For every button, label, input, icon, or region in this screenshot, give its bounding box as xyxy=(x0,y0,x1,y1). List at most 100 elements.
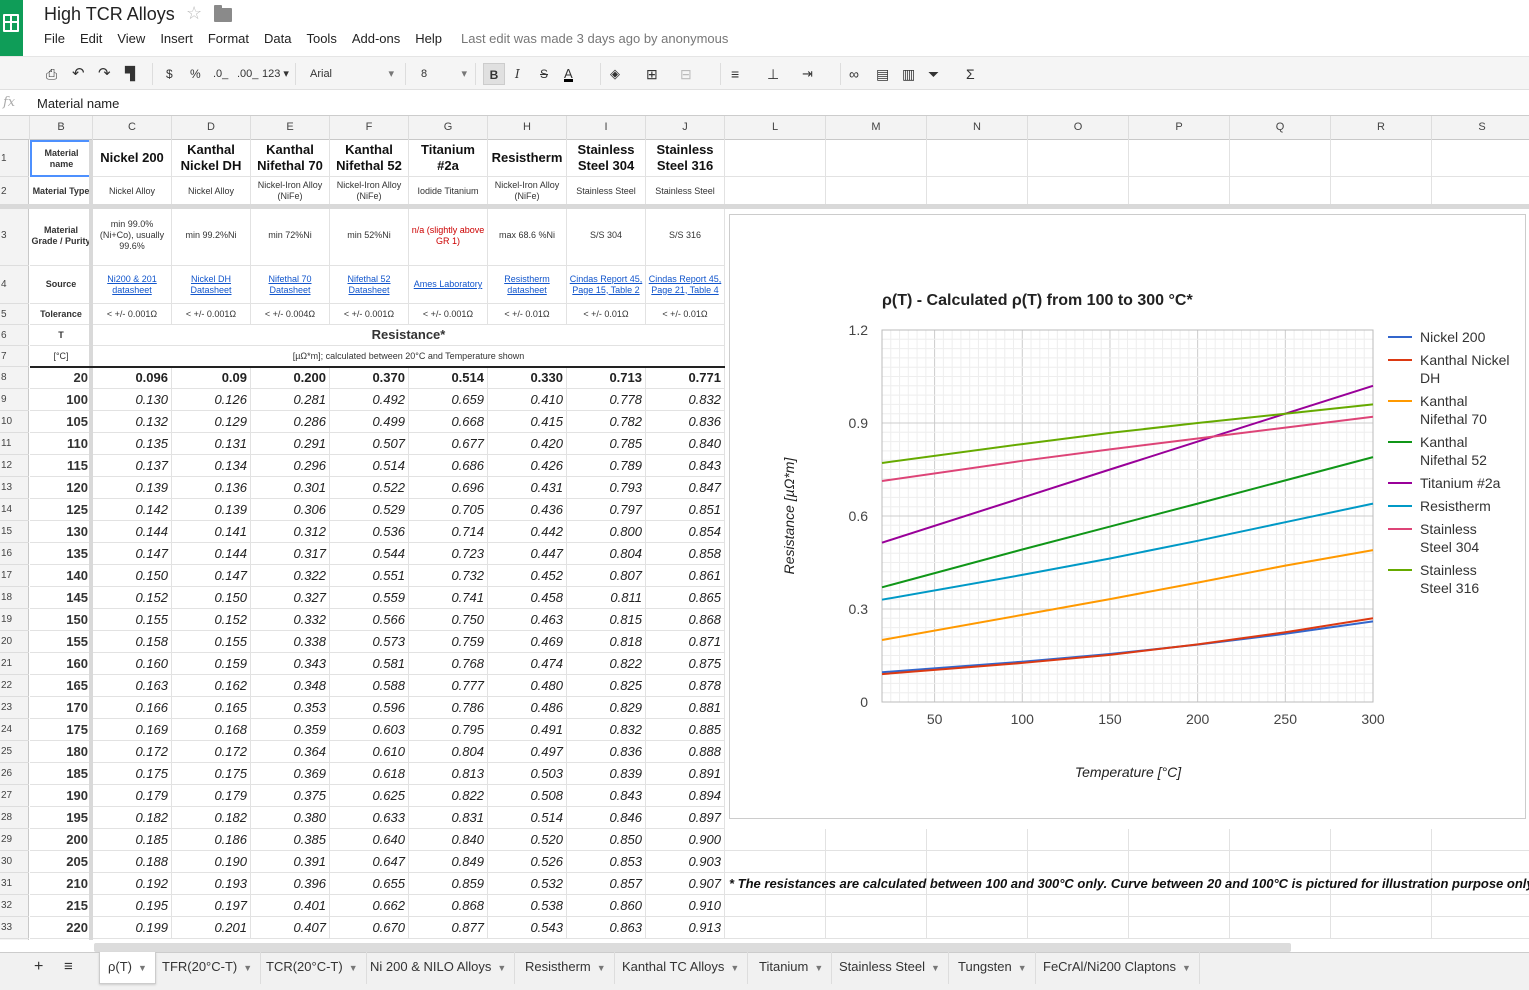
sheet-tab-menu-icon[interactable]: ▼ xyxy=(931,963,940,973)
resistance-cell[interactable]: 0.447 xyxy=(488,543,567,565)
empty-cell[interactable] xyxy=(725,140,826,177)
resistance-cell[interactable]: 0.396 xyxy=(251,873,330,895)
resistance-cell[interactable]: 0.165 xyxy=(172,697,251,719)
material-type-cell[interactable]: Stainless Steel xyxy=(567,177,646,206)
temperature-cell[interactable]: 180 xyxy=(30,741,93,763)
resistance-cell[interactable]: 0.514 xyxy=(488,807,567,829)
resistance-cell[interactable]: 0.172 xyxy=(172,741,251,763)
resistance-cell[interactable]: 0.785 xyxy=(567,433,646,455)
resistance-cell[interactable]: 0.160 xyxy=(93,653,172,675)
material-tolerance-cell[interactable]: < +/- 0.001Ω xyxy=(93,304,172,325)
resistance-cell[interactable]: 0.910 xyxy=(646,895,725,917)
empty-cell[interactable] xyxy=(725,177,826,206)
resistance-cell[interactable]: 0.185 xyxy=(93,829,172,851)
material-source-link[interactable]: Nickel DH Datasheet xyxy=(172,266,251,304)
resistance-cell[interactable]: 0.175 xyxy=(93,763,172,785)
empty-cell[interactable] xyxy=(1331,917,1432,939)
resistance-cell[interactable]: 0.878 xyxy=(646,675,725,697)
resistance-cell[interactable]: 0.141 xyxy=(172,521,251,543)
resistance-cell[interactable]: 0.201 xyxy=(172,917,251,939)
resistance-cell[interactable]: 0.559 xyxy=(330,587,409,609)
resistance-cell[interactable]: 0.686 xyxy=(409,455,488,477)
resistance-cell[interactable]: 0.888 xyxy=(646,741,725,763)
resistance-cell[interactable]: 0.647 xyxy=(330,851,409,873)
temperature-cell[interactable]: 165 xyxy=(30,675,93,697)
resistance-cell[interactable]: 0.832 xyxy=(567,719,646,741)
resistance-cell[interactable]: 0.291 xyxy=(251,433,330,455)
resistance-cell[interactable]: 0.668 xyxy=(409,411,488,433)
resistance-cell[interactable]: 0.903 xyxy=(646,851,725,873)
temperature-cell[interactable]: 155 xyxy=(30,631,93,653)
material-type-cell[interactable]: Nickel Alloy xyxy=(93,177,172,206)
resistance-cell[interactable]: 0.871 xyxy=(646,631,725,653)
empty-cell[interactable] xyxy=(1432,829,1529,851)
sheet-tab[interactable]: TFR(20°C-T) ▼ xyxy=(154,952,262,984)
resistance-20c-cell[interactable]: 0.771 xyxy=(646,367,725,389)
resistance-cell[interactable]: 0.469 xyxy=(488,631,567,653)
resistance-20c-cell[interactable]: 0.330 xyxy=(488,367,567,389)
resistance-cell[interactable]: 0.789 xyxy=(567,455,646,477)
resistance-cell[interactable]: 0.281 xyxy=(251,389,330,411)
resistance-cell[interactable]: 0.147 xyxy=(93,543,172,565)
material-name-cell[interactable]: Nickel 200 xyxy=(93,140,172,177)
resistance-cell[interactable]: 0.732 xyxy=(409,565,488,587)
resistance-cell[interactable]: 0.142 xyxy=(93,499,172,521)
resistance-cell[interactable]: 0.877 xyxy=(409,917,488,939)
resistance-cell[interactable]: 0.543 xyxy=(488,917,567,939)
resistance-cell[interactable]: 0.800 xyxy=(567,521,646,543)
resistance-cell[interactable]: 0.850 xyxy=(567,829,646,851)
temperature-cell[interactable]: 200 xyxy=(30,829,93,851)
resistance-cell[interactable]: 0.348 xyxy=(251,675,330,697)
resistance-cell[interactable]: 0.741 xyxy=(409,587,488,609)
resistance-header[interactable]: Resistance* xyxy=(93,325,725,346)
resistance-cell[interactable]: 0.868 xyxy=(409,895,488,917)
sheet-tab[interactable]: TCR(20°C-T) ▼ xyxy=(258,952,367,984)
resistance-cell[interactable]: 0.327 xyxy=(251,587,330,609)
resistance-cell[interactable]: 0.197 xyxy=(172,895,251,917)
resistance-cell[interactable]: 0.507 xyxy=(330,433,409,455)
resistance-cell[interactable]: 0.853 xyxy=(567,851,646,873)
resistance-cell[interactable]: 0.795 xyxy=(409,719,488,741)
resistance-cell[interactable]: 0.332 xyxy=(251,609,330,631)
resistance-cell[interactable]: 0.588 xyxy=(330,675,409,697)
resistance-cell[interactable]: 0.134 xyxy=(172,455,251,477)
resistance-cell[interactable]: 0.499 xyxy=(330,411,409,433)
resistance-cell[interactable]: 0.172 xyxy=(93,741,172,763)
resistance-cell[interactable]: 0.168 xyxy=(172,719,251,741)
material-grade-cell[interactable]: min 99.2%Ni xyxy=(172,206,251,266)
resistance-cell[interactable]: 0.857 xyxy=(567,873,646,895)
resistance-cell[interactable]: 0.818 xyxy=(567,631,646,653)
resistance-cell[interactable]: 0.822 xyxy=(567,653,646,675)
resistance-cell[interactable]: 0.851 xyxy=(646,499,725,521)
resistance-cell[interactable]: 0.369 xyxy=(251,763,330,785)
empty-cell[interactable] xyxy=(1129,829,1230,851)
sheet-tab[interactable]: Kanthal TC Alloys ▼ xyxy=(614,952,749,984)
resistance-cell[interactable]: 0.840 xyxy=(409,829,488,851)
resistance-cell[interactable]: 0.415 xyxy=(488,411,567,433)
resistance-cell[interactable]: 0.705 xyxy=(409,499,488,521)
material-name-cell[interactable]: Kanthal Nickel DH xyxy=(172,140,251,177)
resistance-cell[interactable]: 0.296 xyxy=(251,455,330,477)
sheet-tab-menu-icon[interactable]: ▼ xyxy=(1182,963,1191,973)
add-sheet-icon[interactable]: + xyxy=(26,952,51,984)
resistance-cell[interactable]: 0.508 xyxy=(488,785,567,807)
empty-cell[interactable] xyxy=(826,851,927,873)
resistance-cell[interactable]: 0.529 xyxy=(330,499,409,521)
temperature-cell[interactable]: 130 xyxy=(30,521,93,543)
resistance-20c-cell[interactable]: 0.514 xyxy=(409,367,488,389)
cell-grade-label[interactable]: Material Grade / Purity xyxy=(30,206,93,266)
resistance-cell[interactable]: 0.132 xyxy=(93,411,172,433)
sheet-tab-menu-icon[interactable]: ▼ xyxy=(138,963,147,973)
resistance-cell[interactable]: 0.581 xyxy=(330,653,409,675)
resistance-cell[interactable]: 0.618 xyxy=(330,763,409,785)
resistance-cell[interactable]: 0.829 xyxy=(567,697,646,719)
resistance-cell[interactable]: 0.825 xyxy=(567,675,646,697)
resistance-cell[interactable]: 0.875 xyxy=(646,653,725,675)
empty-cell[interactable] xyxy=(826,917,927,939)
empty-cell[interactable] xyxy=(1129,177,1230,206)
resistance-cell[interactable]: 0.885 xyxy=(646,719,725,741)
resistance-cell[interactable]: 0.139 xyxy=(93,477,172,499)
resistance-20c-cell[interactable]: 0.713 xyxy=(567,367,646,389)
resistance-cell[interactable]: 0.836 xyxy=(567,741,646,763)
empty-cell[interactable] xyxy=(1331,140,1432,177)
